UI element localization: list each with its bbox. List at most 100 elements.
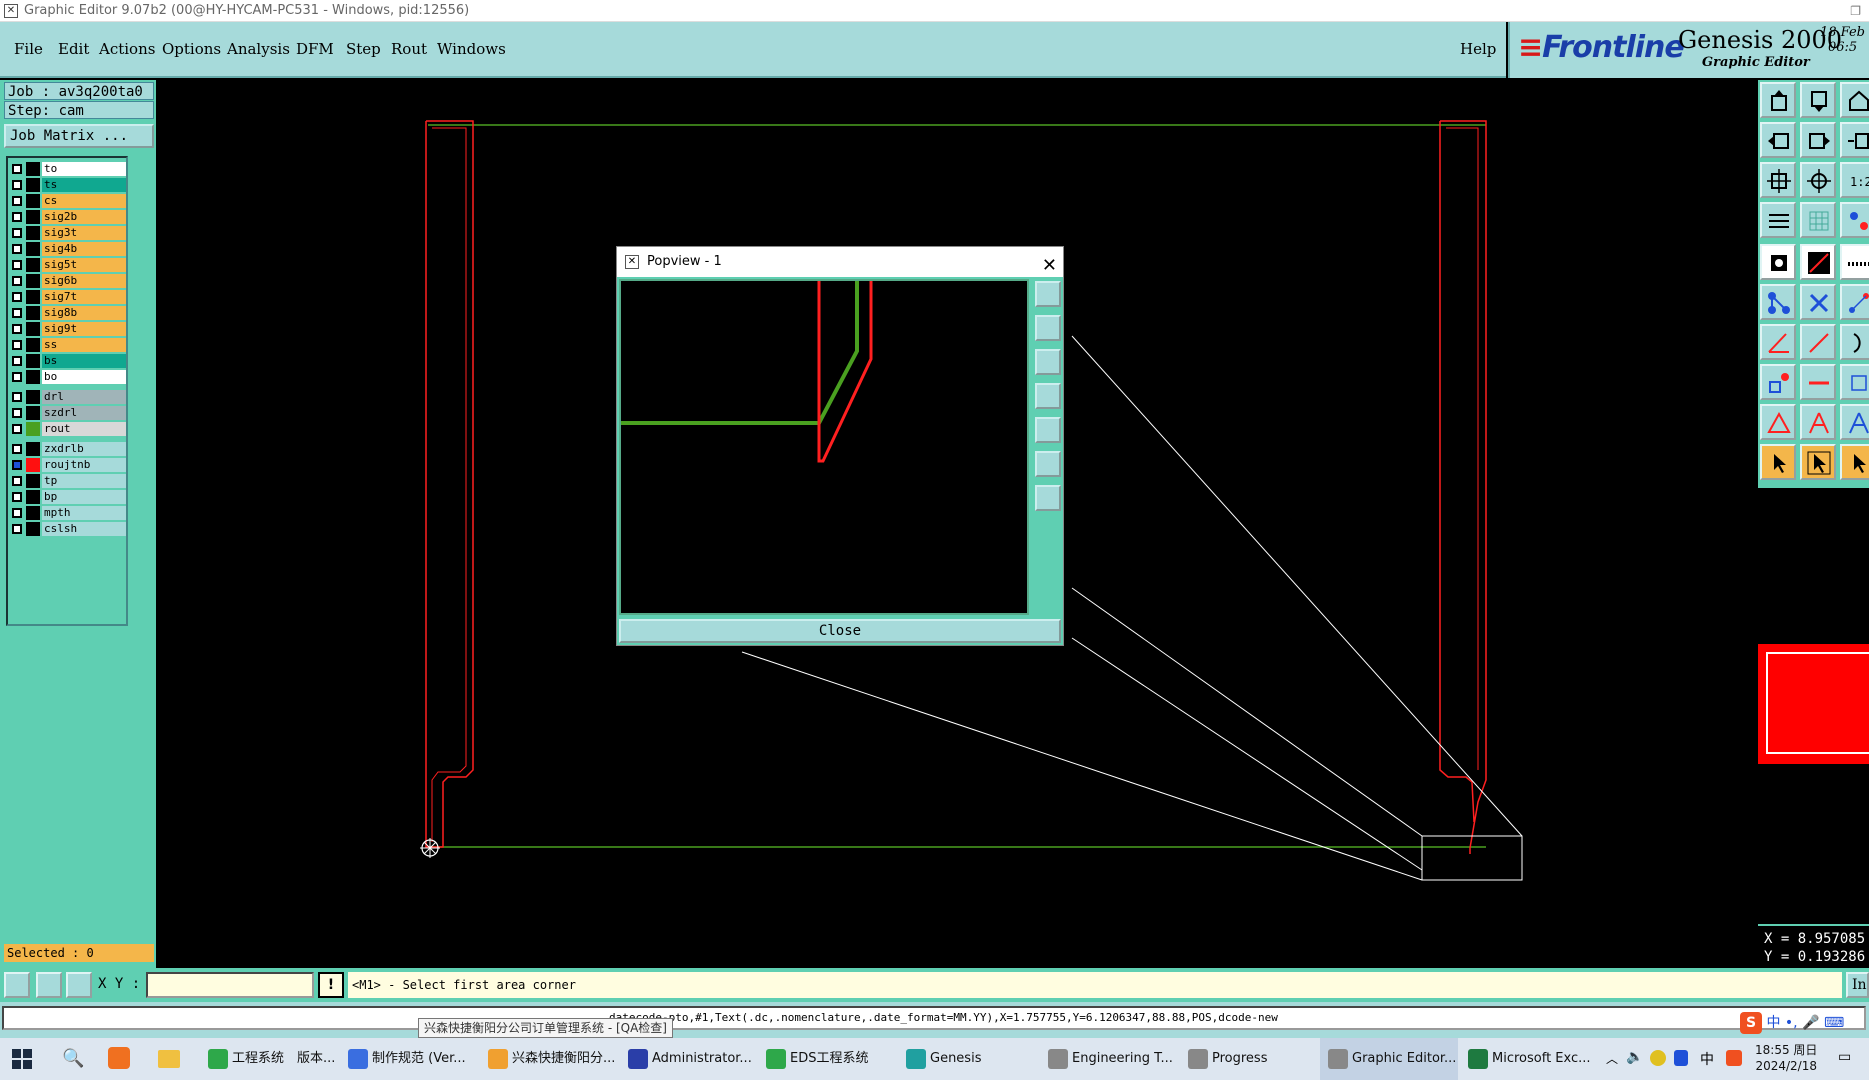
layer-name[interactable]: sig5t	[42, 258, 126, 272]
layer-row[interactable]: sig6b	[10, 274, 126, 288]
pan-left-icon[interactable]	[1760, 122, 1796, 158]
menu-file[interactable]: File	[14, 40, 43, 58]
layer-checkbox[interactable]	[12, 508, 22, 518]
layer-affected-swatch[interactable]	[26, 442, 40, 456]
layer-row[interactable]: drl	[10, 390, 126, 404]
snap-mode-icon[interactable]	[4, 972, 30, 998]
layer-checkbox[interactable]	[12, 324, 22, 334]
layer-row[interactable]: sig5t	[10, 258, 126, 272]
feature-select-icon[interactable]	[1760, 244, 1796, 280]
layer-name[interactable]: bs	[42, 354, 126, 368]
layer-name[interactable]: cslsh	[42, 522, 126, 536]
pad-icon[interactable]	[1760, 364, 1796, 400]
layer-checkbox[interactable]	[12, 372, 22, 382]
job-matrix-button[interactable]: Job Matrix ...	[4, 124, 154, 148]
layer-name[interactable]: ts	[42, 178, 126, 192]
layer-checkbox[interactable]	[12, 460, 22, 470]
popview-close-button[interactable]: Close	[619, 619, 1061, 643]
snap-icon[interactable]	[1840, 202, 1869, 238]
layer-affected-swatch[interactable]	[26, 506, 40, 520]
in-button[interactable]: In	[1846, 972, 1869, 998]
layer-row[interactable]: sig2b	[10, 210, 126, 224]
popview-pan-left-icon[interactable]	[1035, 383, 1061, 409]
layer-row[interactable]: sig4b	[10, 242, 126, 256]
ime-punct-icon[interactable]: •,	[1785, 1015, 1798, 1031]
file-explorer-icon[interactable]	[158, 1050, 180, 1068]
popview-pan-up-icon[interactable]	[1035, 315, 1061, 341]
layer-checkbox[interactable]	[12, 444, 22, 454]
layer-row[interactable]: sig9t	[10, 322, 126, 336]
layer-affected-swatch[interactable]	[26, 422, 40, 436]
taskbar-app[interactable]: 工程系统 版本...	[200, 1038, 338, 1080]
home-view-icon[interactable]	[1840, 82, 1869, 118]
layer-checkbox[interactable]	[12, 180, 22, 190]
grid-mode-icon[interactable]	[66, 972, 92, 998]
layer-name[interactable]: cs	[42, 194, 126, 208]
pointer-move-icon[interactable]	[1840, 444, 1869, 480]
xy-input[interactable]	[146, 972, 314, 998]
menu-windows[interactable]: Windows	[437, 40, 506, 58]
layer-checkbox[interactable]	[12, 476, 22, 486]
zoom-in-icon[interactable]	[1760, 162, 1796, 198]
menu-dfm[interactable]: DFM	[296, 40, 334, 58]
popview-pan-down-icon[interactable]	[1035, 349, 1061, 375]
layer-affected-swatch[interactable]	[26, 242, 40, 256]
menu-step[interactable]: Step	[346, 40, 381, 58]
taskbar-app[interactable]: Genesis	[898, 1038, 1038, 1080]
pointer-select-icon[interactable]	[1800, 444, 1836, 480]
layer-affected-swatch[interactable]	[26, 390, 40, 404]
scale-one-to-two-icon[interactable]: 1:2	[1840, 162, 1869, 198]
layer-name[interactable]: tp	[42, 474, 126, 488]
taskbar-app[interactable]: Microsoft Exc...	[1460, 1038, 1600, 1080]
layer-checkbox[interactable]	[12, 276, 22, 286]
layer-name[interactable]: to	[42, 162, 126, 176]
restore-icon[interactable]: ❐	[1850, 0, 1861, 22]
layer-affected-swatch[interactable]	[26, 194, 40, 208]
windows-start-icon[interactable]	[12, 1049, 32, 1069]
layer-name[interactable]: bp	[42, 490, 126, 504]
taskbar-app[interactable]: Progress	[1180, 1038, 1318, 1080]
menu-help[interactable]: Help	[1460, 40, 1496, 58]
layer-affected-swatch[interactable]	[26, 354, 40, 368]
volume-icon[interactable]: 🔈	[1626, 1049, 1643, 1065]
layer-checkbox[interactable]	[12, 228, 22, 238]
popview-zoom-out-icon[interactable]	[1035, 485, 1061, 511]
menu-options[interactable]: Options	[162, 40, 221, 58]
pointer-icon[interactable]	[1760, 444, 1796, 480]
layer-checkbox[interactable]	[12, 212, 22, 222]
dimension-icon[interactable]	[1840, 364, 1869, 400]
layer-affected-swatch[interactable]	[26, 458, 40, 472]
layer-row[interactable]: sig7t	[10, 290, 126, 304]
info-button[interactable]: !	[318, 972, 344, 998]
layer-name[interactable]: sig3t	[42, 226, 126, 240]
layer-name[interactable]: ss	[42, 338, 126, 352]
layer-checkbox[interactable]	[12, 524, 22, 534]
draw-mode-icon[interactable]	[36, 972, 62, 998]
layer-affected-swatch[interactable]	[26, 210, 40, 224]
layer-checkbox[interactable]	[12, 292, 22, 302]
sogou-ime-icon[interactable]: S	[1740, 1012, 1762, 1034]
layer-checkbox[interactable]	[12, 392, 22, 402]
shield-icon[interactable]	[1674, 1050, 1688, 1066]
layer-checkbox[interactable]	[12, 424, 22, 434]
display-settings-icon[interactable]	[1760, 202, 1796, 238]
layer-row[interactable]: cs	[10, 194, 126, 208]
layer-name[interactable]: mpth	[42, 506, 126, 520]
menu-analysis[interactable]: Analysis	[227, 40, 290, 58]
layer-name[interactable]: drl	[42, 390, 126, 404]
menu-rout[interactable]: Rout	[391, 40, 427, 58]
text-a-alt-icon[interactable]	[1840, 404, 1869, 440]
tray-app-icon[interactable]	[1650, 1050, 1666, 1066]
horizontal-line-icon[interactable]	[1800, 364, 1836, 400]
layer-affected-swatch[interactable]	[26, 474, 40, 488]
layer-affected-swatch[interactable]	[26, 406, 40, 420]
popview-pan-right-icon[interactable]	[1035, 417, 1061, 443]
pan-down-icon[interactable]	[1800, 82, 1836, 118]
layer-affected-swatch[interactable]	[26, 322, 40, 336]
layer-affected-swatch[interactable]	[26, 274, 40, 288]
search-icon[interactable]: 🔍	[62, 1048, 84, 1069]
layer-affected-swatch[interactable]	[26, 338, 40, 352]
layer-name[interactable]: sig7t	[42, 290, 126, 304]
pan-up-icon[interactable]	[1760, 82, 1796, 118]
notification-icon[interactable]: ▭	[1838, 1049, 1851, 1065]
